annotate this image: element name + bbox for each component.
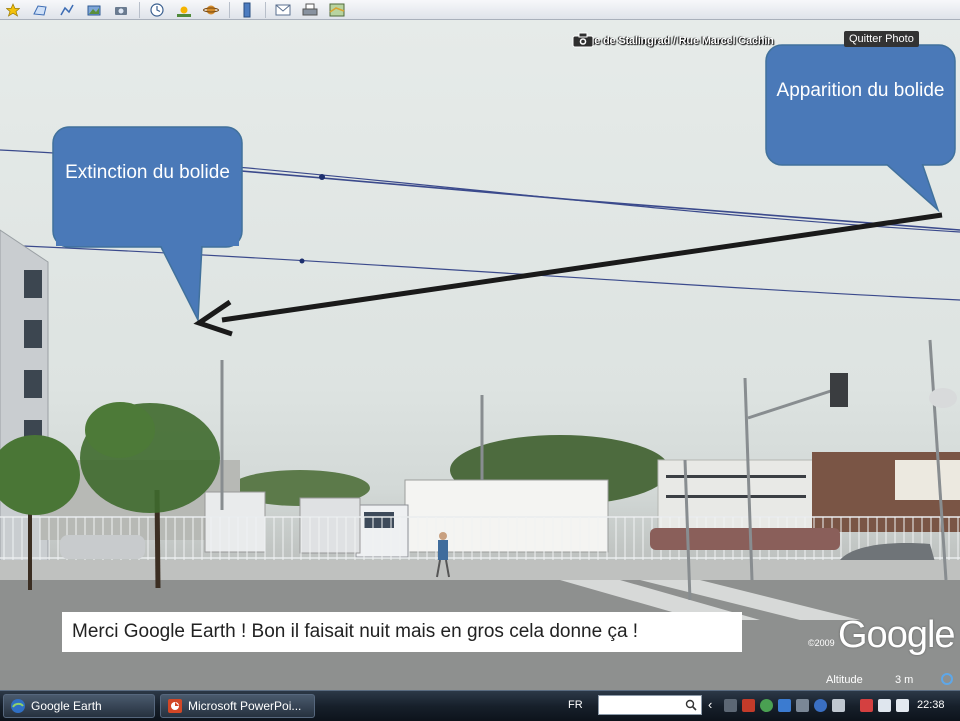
street-lamp	[929, 388, 957, 408]
google-logo: Google	[838, 614, 956, 656]
tray-shield-icon[interactable]	[760, 699, 773, 712]
polygon-icon	[33, 4, 47, 16]
tray-app-icon[interactable]	[742, 699, 755, 712]
toolbar-separator	[229, 1, 230, 18]
caption-box: Merci Google Earth ! Bon il faisait nuit…	[62, 612, 742, 652]
path-button[interactable]	[56, 1, 78, 18]
copyright: ©2009	[808, 638, 835, 648]
taskbar-search-box[interactable]	[598, 695, 702, 715]
street-view-photo[interactable]: Extinction du bolide Apparition du bolid…	[0, 20, 960, 690]
ruler-button[interactable]	[236, 1, 258, 18]
polygon-button[interactable]	[29, 1, 51, 18]
street-scene	[0, 44, 960, 690]
clock-icon	[150, 2, 164, 17]
taskbar-label: Google Earth	[31, 699, 102, 713]
email-button[interactable]	[272, 1, 294, 18]
callout-appearance	[765, 44, 956, 213]
altitude-value: 3 m	[895, 674, 914, 686]
tray-arrow-icon[interactable]: ‹	[708, 697, 712, 712]
camera-icon	[115, 6, 127, 15]
tray-volume-icon[interactable]	[896, 699, 909, 712]
callout-extinction-text: Extinction du bolide	[65, 162, 230, 183]
ruler-icon	[243, 2, 251, 17]
planets-button[interactable]	[200, 1, 222, 18]
sidewalk	[0, 560, 960, 580]
print-button[interactable]	[299, 1, 321, 18]
taskbar-clock[interactable]: 22:38	[917, 699, 945, 711]
tray-update-icon[interactable]	[814, 699, 827, 712]
path-icon	[60, 4, 74, 15]
taskbar-item-google-earth[interactable]: Google Earth	[3, 694, 155, 718]
placemark-button[interactable]	[2, 1, 24, 18]
traffic-light	[830, 373, 848, 407]
planet-icon	[203, 5, 219, 14]
toolbar-separator	[139, 1, 140, 18]
taskbar: Google Earth Microsoft PowerPoi... FR ‹ …	[0, 690, 960, 721]
overlay-button[interactable]	[83, 1, 105, 18]
photo-location-bar: Rue de Stalingrad / Rue Marcel Cachin	[572, 32, 774, 50]
tray-window-icon[interactable]	[724, 699, 737, 712]
altitude-ring-icon	[941, 673, 953, 685]
photo-location: Rue de Stalingrad / Rue Marcel Cachin	[580, 35, 774, 47]
search-icon	[685, 699, 697, 711]
language-indicator[interactable]: FR	[568, 699, 583, 711]
taskbar-label: Microsoft PowerPoi...	[188, 699, 302, 713]
tray-network-icon[interactable]	[878, 699, 891, 712]
tray-device-icon[interactable]	[796, 699, 809, 712]
trajectory-arrow	[193, 212, 943, 337]
google-earth-icon	[11, 699, 25, 713]
sunlight-button[interactable]	[173, 1, 195, 18]
tray-antivirus-icon[interactable]	[860, 699, 873, 712]
tray-monitor-icon[interactable]	[832, 699, 845, 712]
tray-bluetooth-icon[interactable]	[778, 699, 791, 712]
view-in-maps-button[interactable]	[326, 1, 348, 18]
quit-photo-button[interactable]: Quitter Photo	[844, 31, 919, 47]
callout-appearance-text: Apparition du bolide	[776, 80, 945, 101]
taskbar-item-powerpoint[interactable]: Microsoft PowerPoi...	[160, 694, 315, 718]
right-buildings	[657, 452, 960, 532]
sun-icon	[177, 6, 191, 17]
map-icon	[329, 3, 345, 16]
powerpoint-icon	[168, 699, 182, 713]
callout-extinction	[52, 126, 243, 323]
historical-imagery-button[interactable]	[146, 1, 168, 18]
record-tour-button[interactable]	[110, 1, 132, 18]
altitude-label: Altitude	[826, 674, 863, 686]
star-pin-icon	[6, 2, 20, 17]
image-overlay-icon	[87, 5, 101, 15]
toolbar-separator	[265, 1, 266, 18]
envelope-icon	[275, 4, 291, 15]
camera-icon	[572, 32, 594, 48]
toolbar	[0, 0, 960, 20]
printer-icon	[302, 3, 318, 15]
